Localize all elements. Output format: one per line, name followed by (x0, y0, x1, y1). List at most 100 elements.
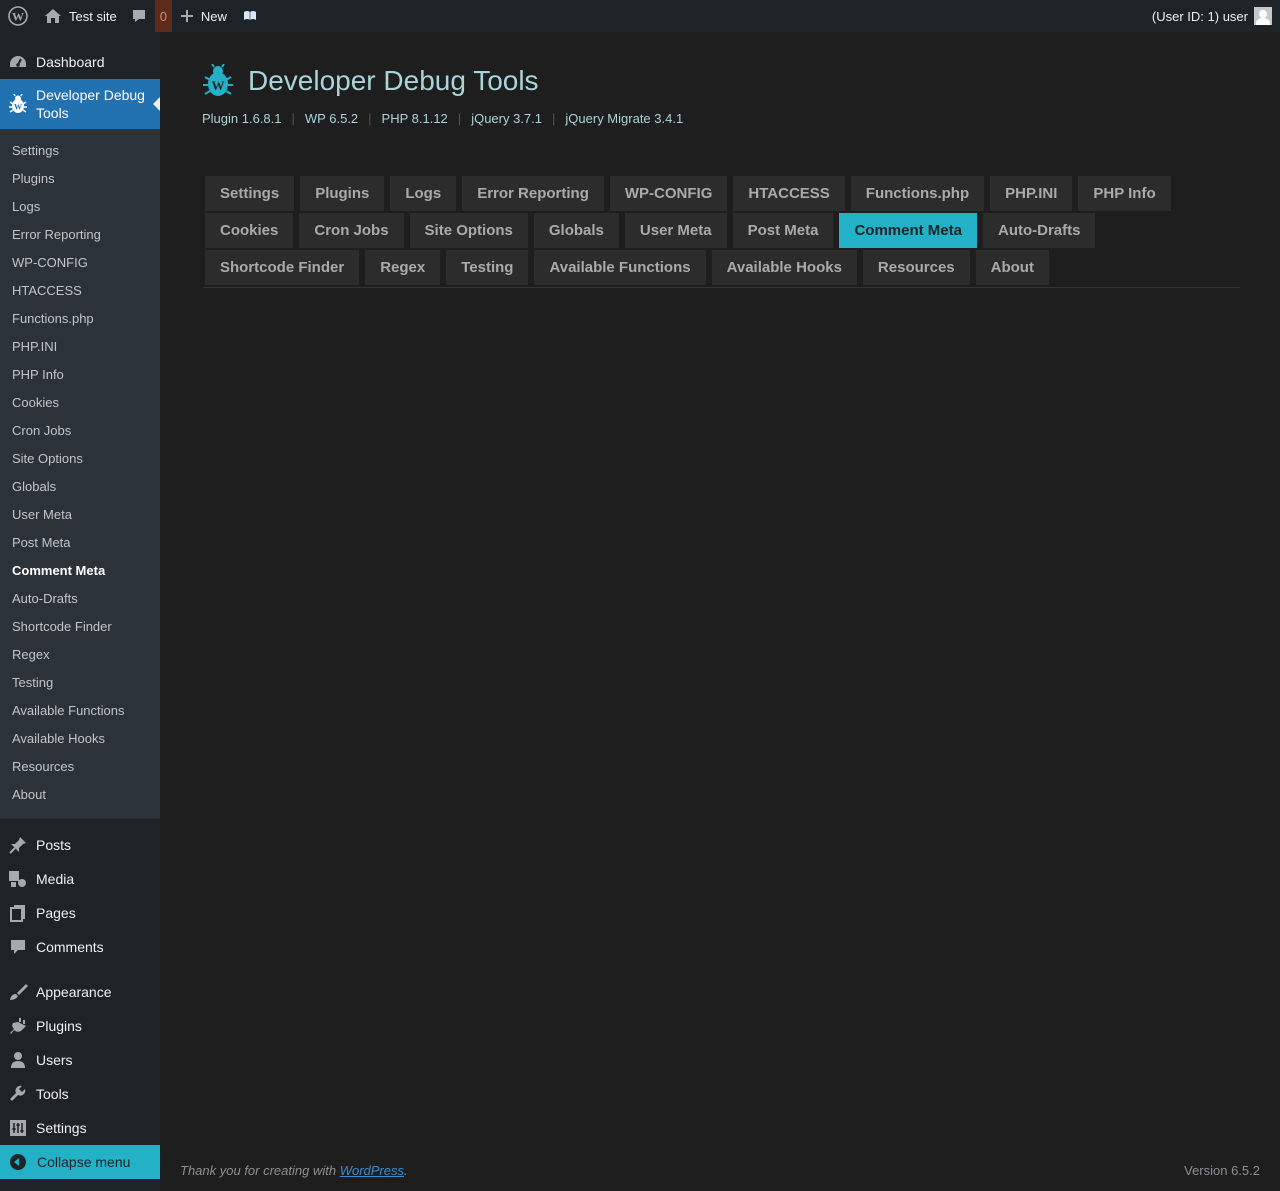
submenu-item-logs[interactable]: Logs (0, 192, 160, 220)
site-name-label: Test site (69, 8, 117, 24)
submenu-item-shortcode-finder[interactable]: Shortcode Finder (0, 612, 160, 640)
version-separator: | (457, 111, 462, 126)
tab-about[interactable]: About (975, 250, 1049, 285)
collapse-menu-button[interactable]: Collapse menu (0, 1145, 160, 1179)
menu-developer-debug-tools[interactable]: W Developer Debug Tools (0, 79, 160, 129)
submenu-item-cookies[interactable]: Cookies (0, 388, 160, 416)
new-label: New (200, 8, 227, 24)
comments-link[interactable]: 0 (125, 0, 172, 32)
admin-bar: W Test site 0 New (User ID: 1) user (0, 0, 1280, 32)
version-item: PHP 8.1.12 (381, 111, 448, 126)
tab-auto-drafts[interactable]: Auto-Drafts (982, 213, 1096, 248)
submenu-item-php-ini[interactable]: PHP.INI (0, 332, 160, 360)
submenu-item-available-functions[interactable]: Available Functions (0, 696, 160, 724)
menu-tools[interactable]: Tools (0, 1077, 160, 1111)
menu-dashboard[interactable]: Dashboard (0, 45, 160, 79)
menu-label: Settings (36, 1120, 87, 1136)
user-label: (User ID: 1) user (1151, 8, 1248, 24)
tab-error-reporting[interactable]: Error Reporting (462, 176, 604, 211)
submenu-item-globals[interactable]: Globals (0, 472, 160, 500)
submenu-item-error-reporting[interactable]: Error Reporting (0, 220, 160, 248)
menu-appearance[interactable]: Appearance (0, 975, 160, 1009)
tab-globals[interactable]: Globals (533, 213, 619, 248)
version-item: WP 6.5.2 (304, 111, 359, 126)
submenu-item-comment-meta[interactable]: Comment Meta (0, 556, 160, 584)
version-separator: | (368, 111, 372, 126)
tab-regex[interactable]: Regex (365, 250, 441, 285)
version-item: jQuery 3.7.1 (471, 111, 543, 126)
submenu-item-regex[interactable]: Regex (0, 640, 160, 668)
menu-posts[interactable]: Posts (0, 828, 160, 862)
page-title: Developer Debug Tools (248, 65, 539, 96)
user-icon (8, 1050, 28, 1070)
submenu-item-about[interactable]: About (0, 780, 160, 808)
tab-resources[interactable]: Resources (862, 250, 970, 285)
menu-plugins[interactable]: Plugins (0, 1009, 160, 1043)
version-item: jQuery Migrate 3.4.1 (565, 111, 684, 126)
submenu-item-site-options[interactable]: Site Options (0, 444, 160, 472)
submenu-item-php-info[interactable]: PHP Info (0, 360, 160, 388)
tab-htaccess[interactable]: HTACCESS (733, 176, 845, 211)
user-account-menu[interactable]: (User ID: 1) user (1152, 7, 1280, 25)
submenu-item-htaccess[interactable]: HTACCESS (0, 276, 160, 304)
menu-pages[interactable]: Pages (0, 896, 160, 930)
dashboard-icon (8, 52, 28, 72)
page-header: W Developer Debug Tools (202, 64, 539, 98)
menu-settings[interactable]: Settings (0, 1111, 160, 1145)
svg-text:W: W (212, 78, 225, 93)
submenu-item-testing[interactable]: Testing (0, 668, 160, 696)
menu-users[interactable]: Users (0, 1043, 160, 1077)
tab-testing[interactable]: Testing (446, 250, 529, 285)
new-content-button[interactable]: New (172, 0, 235, 32)
home-icon (45, 9, 61, 23)
submenu-item-functions-php[interactable]: Functions.php (0, 304, 160, 332)
main-content: W Developer Debug Tools Plugin 1.6.8.1 | W… (160, 32, 1280, 1191)
footer-thanks: Thank you for creating with WordPress. (180, 1163, 408, 1178)
tab-cookies[interactable]: Cookies (205, 213, 294, 248)
menu-label: Posts (36, 837, 72, 853)
submenu-item-resources[interactable]: Resources (0, 752, 160, 780)
tab-user-meta[interactable]: User Meta (624, 213, 727, 248)
submenu-item-user-meta[interactable]: User Meta (0, 500, 160, 528)
tab-post-meta[interactable]: Post Meta (732, 213, 834, 248)
tab-php-ini[interactable]: PHP.INI (990, 176, 1073, 211)
submenu-item-cron-jobs[interactable]: Cron Jobs (0, 416, 160, 444)
wordpress-link[interactable]: WordPress (340, 1163, 404, 1178)
tab-functions-php[interactable]: Functions.php (850, 176, 985, 211)
wordpress-logo-icon[interactable]: W (0, 0, 36, 32)
bug-logo-icon: W (203, 64, 233, 96)
paintbrush-icon (8, 982, 28, 1002)
submenu-item-auto-drafts[interactable]: Auto-Drafts (0, 584, 160, 612)
menu-media[interactable]: Media (0, 862, 160, 896)
debug-tools-submenu: Settings Plugins Logs Error Reporting WP-CON… (0, 129, 160, 819)
tab-available-hooks[interactable]: Available Hooks (711, 250, 857, 285)
tab-site-options[interactable]: Site Options (409, 213, 528, 248)
book-icon[interactable] (235, 0, 265, 32)
tab-cron-jobs[interactable]: Cron Jobs (299, 213, 404, 248)
tab-wp-config[interactable]: WP-CONFIG (609, 176, 728, 211)
plus-icon (180, 10, 193, 22)
tab-comment-meta[interactable]: Comment Meta (839, 213, 977, 248)
admin-sidebar: Dashboard W Developer Debug Tools Settin… (0, 32, 160, 1191)
submenu-item-settings[interactable]: Settings (0, 136, 160, 164)
menu-label: Comments (36, 939, 104, 955)
tab-logs[interactable]: Logs (390, 176, 457, 211)
version-separator: | (552, 111, 556, 126)
tab-settings[interactable]: Settings (205, 176, 295, 211)
tab-available-functions[interactable]: Available Functions (534, 250, 706, 285)
submenu-item-available-hooks[interactable]: Available Hooks (0, 724, 160, 752)
menu-comments[interactable]: Comments (0, 930, 160, 964)
svg-text:W: W (12, 10, 24, 24)
menu-label: Pages (36, 905, 76, 921)
submenu-item-wp-config[interactable]: WP-CONFIG (0, 248, 160, 276)
submenu-item-plugins[interactable]: Plugins (0, 164, 160, 192)
menu-label: Media (36, 871, 75, 887)
tab-shortcode-finder[interactable]: Shortcode Finder (205, 250, 360, 285)
footer-version: Version 6.5.2 (1184, 1163, 1260, 1178)
tab-php-info[interactable]: PHP Info (1078, 176, 1171, 211)
svg-text:W: W (14, 103, 22, 112)
submenu-item-post-meta[interactable]: Post Meta (0, 528, 160, 556)
tab-plugins[interactable]: Plugins (300, 176, 385, 211)
menu-label: Developer Debug Tools (36, 87, 145, 121)
site-name-link[interactable]: Test site (36, 0, 125, 32)
